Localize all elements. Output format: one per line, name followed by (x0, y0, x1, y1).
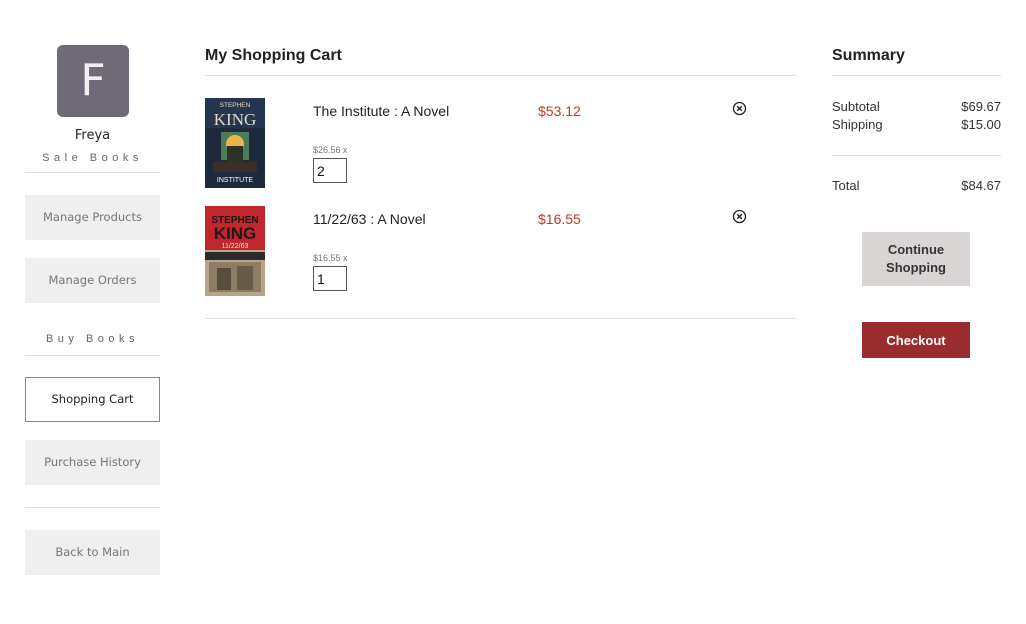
order-summary: Summary Subtotal $69.67 Shipping $15.00 … (832, 45, 1001, 358)
divider (25, 507, 160, 508)
divider (832, 155, 1001, 156)
book-cover-image[interactable]: STEPHEN KING INSTITUTE (205, 98, 265, 188)
quantity-input[interactable] (313, 266, 347, 291)
shipping-value: $15.00 (961, 117, 1001, 132)
sale-books-label: Sale Books (42, 152, 143, 164)
page-title: My Shopping Cart (205, 47, 342, 64)
item-title[interactable]: 11/22/63 : A Novel (313, 211, 426, 227)
total-value: $84.67 (961, 178, 1001, 193)
item-total: $16.55 (538, 211, 581, 227)
item-title[interactable]: The Institute : A Novel (313, 103, 449, 119)
total-row: Total $84.67 (832, 177, 1001, 195)
cart-item: STEPHEN KING INSTITUTE The Institute : A… (205, 98, 796, 198)
unit-price: $26.56 x (313, 145, 348, 155)
sidebar: F Freya Sale Books Manage Products Manag… (25, 45, 160, 575)
cover-author-text: KING (214, 110, 257, 129)
user-name: Freya (74, 128, 111, 143)
divider (25, 172, 160, 173)
checkout-button[interactable]: Checkout (862, 322, 970, 358)
purchase-history-button[interactable]: Purchase History (25, 440, 160, 485)
divider (205, 318, 796, 319)
subtotal-value: $69.67 (961, 99, 1001, 114)
continue-shopping-button[interactable]: Continue Shopping (862, 232, 970, 286)
cover-author-text: STEPHEN (220, 102, 251, 109)
cover-title-text: INSTITUTE (217, 177, 253, 184)
buy-books-label: Buy Books (45, 333, 140, 345)
back-to-main-button[interactable]: Back to Main (25, 530, 160, 575)
divider (832, 75, 1001, 76)
subtotal-label: Subtotal (832, 99, 880, 114)
remove-item-icon[interactable] (732, 209, 747, 224)
shipping-label: Shipping (832, 117, 883, 132)
manage-orders-button[interactable]: Manage Orders (25, 258, 160, 303)
total-label: Total (832, 178, 860, 193)
cover-author-text: KING (214, 224, 257, 243)
quantity-input[interactable] (313, 158, 347, 183)
manage-products-button[interactable]: Manage Products (25, 195, 160, 240)
cover-title-text: 11/22/63 (222, 243, 249, 250)
subtotal-row: Subtotal $69.67 (832, 98, 1001, 116)
divider (25, 355, 160, 356)
remove-item-icon[interactable] (732, 101, 747, 116)
unit-price: $16.55 x (313, 253, 348, 263)
cart-item: STEPHEN KING 11/22/63 11/22/63 : A Novel… (205, 206, 796, 306)
item-total: $53.12 (538, 103, 581, 119)
shopping-cart-button[interactable]: Shopping Cart (25, 377, 160, 422)
shipping-row: Shipping $15.00 (832, 116, 1001, 134)
book-cover-image[interactable]: STEPHEN KING 11/22/63 (205, 206, 265, 296)
divider (205, 75, 796, 76)
summary-title: Summary (832, 47, 905, 64)
avatar: F (57, 45, 129, 117)
shopping-cart-panel: My Shopping Cart STEPHEN KING INSTITUTE … (205, 45, 796, 319)
